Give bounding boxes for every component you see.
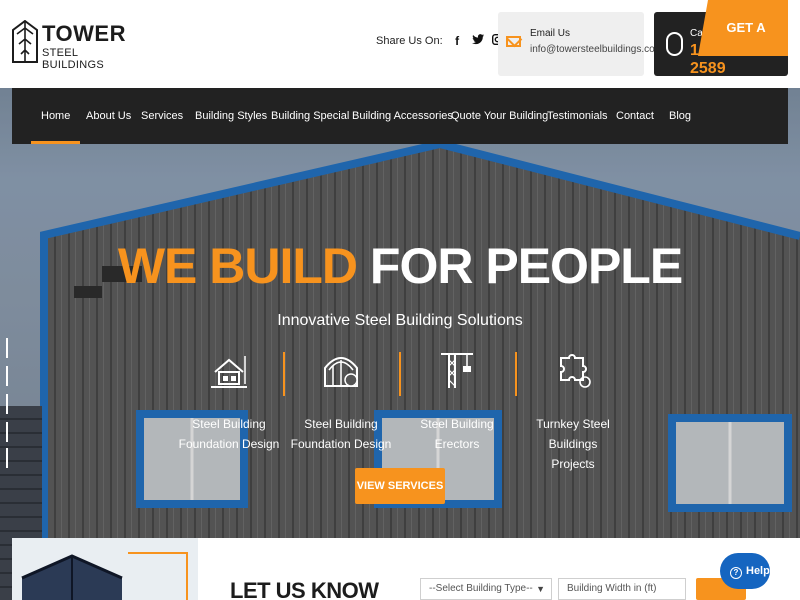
building-thumbnail bbox=[12, 538, 198, 600]
crane-erector-icon bbox=[441, 353, 473, 388]
structure-design-icon bbox=[324, 357, 358, 387]
nav-blog[interactable]: Blog bbox=[669, 88, 691, 144]
logo-wordmark-top: TOWER bbox=[42, 21, 126, 46]
hero-headline: WE BUILD FOR PEOPLE bbox=[0, 240, 800, 292]
headline-white: FOR PEOPLE bbox=[369, 238, 683, 294]
phone-icon bbox=[666, 32, 683, 56]
service-turnkey[interactable]: Turnkey Steel Buildings Projects bbox=[514, 346, 632, 471]
service-name: Turnkey Steel Buildings Projects bbox=[536, 417, 610, 471]
tower-logo-icon bbox=[12, 20, 38, 63]
get-a-quote-button[interactable]: GET A QUOTE bbox=[698, 0, 788, 56]
nav-contact[interactable]: Contact bbox=[616, 88, 654, 144]
nav-building-special[interactable]: Building Special bbox=[271, 88, 349, 144]
envelope-icon bbox=[506, 36, 521, 47]
service-structure-design[interactable]: Steel Building Foundation Design bbox=[282, 346, 400, 456]
email-label: Email Us bbox=[530, 28, 571, 39]
nav-building-accessories[interactable]: Building Accessories bbox=[352, 88, 453, 144]
service-erectors[interactable]: Steel Building Erectors bbox=[398, 346, 516, 456]
building-type-value: --Select Building Type-- bbox=[429, 583, 533, 594]
hero-banner bbox=[0, 88, 800, 600]
hero-overlay bbox=[0, 88, 800, 600]
service-name: Steel Building Erectors bbox=[420, 417, 494, 451]
nav-services[interactable]: Services bbox=[141, 88, 183, 144]
chevron-down-icon: ▼ bbox=[536, 584, 545, 594]
form-title: LET US KNOW bbox=[230, 578, 379, 600]
headline-orange: WE BUILD bbox=[117, 238, 358, 294]
facebook-icon[interactable]: f bbox=[452, 34, 463, 48]
nav-testimonials[interactable]: Testimonials bbox=[547, 88, 608, 144]
building-type-select[interactable]: --Select Building Type-- ▼ bbox=[420, 578, 552, 600]
email-contact[interactable]: Email Us info@towersteelbuildings.com bbox=[498, 12, 663, 76]
twitter-icon[interactable] bbox=[471, 34, 484, 48]
orange-frame bbox=[128, 552, 188, 600]
email-address[interactable]: info@towersteelbuildings.com bbox=[530, 44, 663, 55]
nav-quote-your-building[interactable]: Quote Your Building bbox=[451, 88, 548, 144]
service-name: Steel Building Foundation Design bbox=[178, 417, 280, 451]
view-services-button[interactable]: VIEW SERVICES bbox=[355, 468, 445, 504]
logo-wordmark-bottom: STEEL BUILDINGS bbox=[42, 47, 104, 71]
help-button[interactable]: ? Help bbox=[720, 553, 770, 589]
foundation-design-icon bbox=[211, 356, 247, 388]
share-label: Share Us On: bbox=[376, 35, 443, 47]
question-icon: ? bbox=[730, 567, 742, 579]
service-foundation-design[interactable]: Steel Building Foundation Design bbox=[170, 346, 288, 456]
nav-building-styles[interactable]: Building Styles bbox=[195, 88, 267, 144]
slider-indicator[interactable] bbox=[6, 338, 10, 468]
nav-home[interactable]: Home bbox=[30, 88, 81, 144]
tower-logo[interactable]: TOWER STEEL BUILDINGS bbox=[12, 18, 132, 71]
hero-subheadline: Innovative Steel Building Solutions bbox=[277, 312, 523, 329]
nav-about-us[interactable]: About Us bbox=[86, 88, 131, 144]
main-navigation: Home About Us Services Building Styles B… bbox=[12, 88, 788, 144]
services-row: Steel Building Foundation Design Steel Bu… bbox=[170, 346, 632, 471]
building-width-placeholder: Building Width in (ft) bbox=[567, 583, 657, 594]
building-width-input[interactable]: Building Width in (ft) bbox=[558, 578, 686, 600]
quote-form-section: LET US KNOW --Select Building Type-- ▼ B… bbox=[12, 538, 800, 600]
site-header: TOWER STEEL BUILDINGS Share Us On: f in … bbox=[0, 0, 800, 88]
turnkey-puzzle-icon bbox=[560, 354, 591, 388]
help-label: Help bbox=[746, 565, 770, 577]
service-name: Steel Building Foundation Design bbox=[290, 417, 392, 451]
